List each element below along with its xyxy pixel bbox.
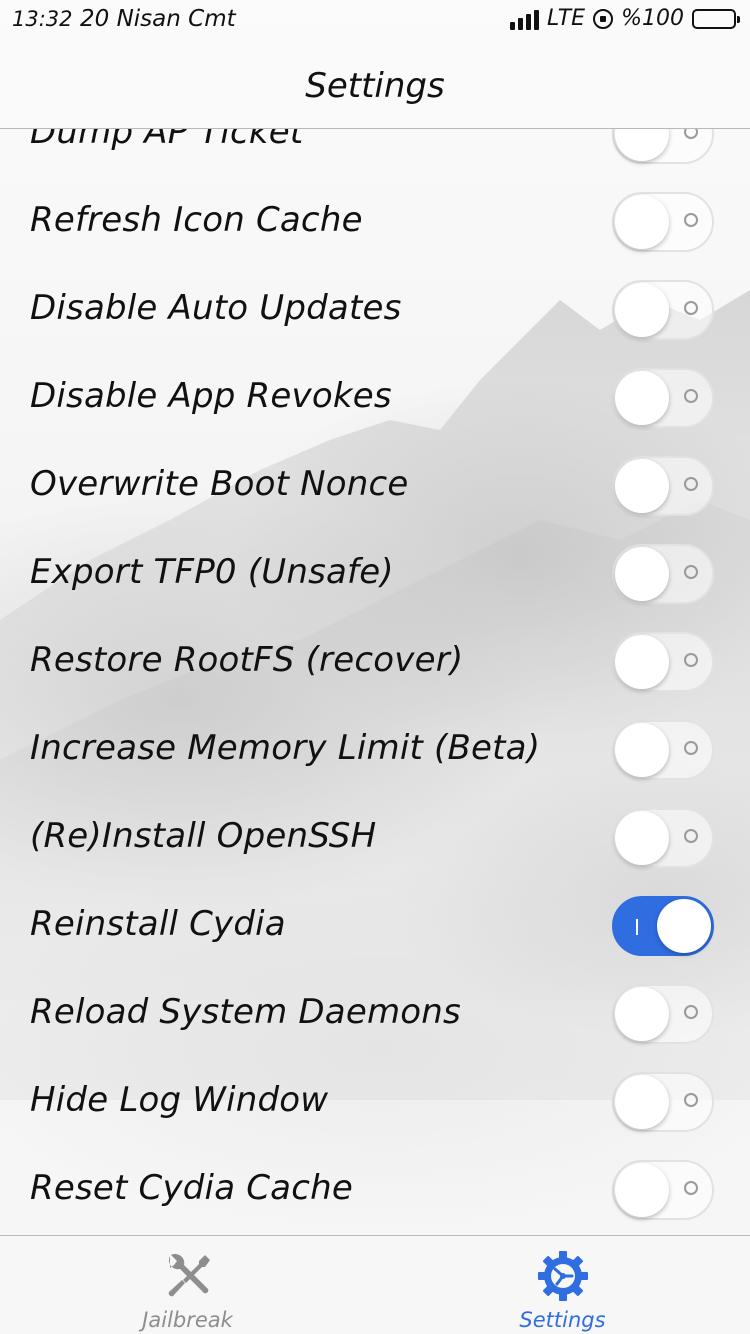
settings-row-increase-memory-limit-beta: Increase Memory Limit (Beta) — [0, 706, 750, 794]
toggle-hide-log-window[interactable] — [612, 1072, 714, 1132]
settings-row-label: Disable Auto Updates — [30, 288, 402, 328]
status-bar: 13:32 20 Nisan Cmt LTE %100 — [0, 0, 750, 40]
toggle-off-indicator — [684, 129, 698, 139]
rotation-lock-icon — [593, 8, 614, 29]
toggle-reset-cydia-cache[interactable] — [612, 1160, 714, 1220]
settings-row-label: Restore RootFS (recover) — [30, 640, 464, 680]
settings-row-overwrite-boot-nonce: Overwrite Boot Nonce — [0, 442, 750, 530]
settings-row-reset-cydia-cache: Reset Cydia Cache — [0, 1146, 750, 1234]
settings-row-hide-log-window: Hide Log Window — [0, 1058, 750, 1146]
toggle-off-indicator — [684, 1005, 698, 1019]
toggle-off-indicator — [684, 1093, 698, 1107]
toggle-disable-app-revokes[interactable] — [612, 368, 714, 428]
toggle-knob — [615, 459, 669, 513]
battery-percent: %100 — [621, 6, 684, 31]
status-date: 20 Nisan Cmt — [80, 6, 236, 32]
toggle-reinstall-cydia[interactable] — [612, 896, 714, 956]
toggle-knob — [615, 987, 669, 1041]
toggle-dump-ap-ticket[interactable] — [612, 129, 714, 164]
toggle-knob — [615, 635, 669, 689]
settings-row-label: Reload System Daemons — [30, 992, 461, 1032]
signal-strength-icon — [509, 8, 539, 30]
settings-row-refresh-icon-cache: Refresh Icon Cache — [0, 178, 750, 266]
status-indicators: LTE %100 — [509, 6, 740, 31]
settings-row-disable-app-revokes: Disable App Revokes — [0, 354, 750, 442]
toggle-knob — [615, 195, 669, 249]
toggle-export-tfp0-unsafe[interactable] — [612, 544, 714, 604]
tab-jailbreak[interactable]: Jailbreak — [0, 1236, 375, 1334]
page-title: Settings — [305, 66, 445, 106]
toggle-off-indicator — [684, 829, 698, 843]
toggle-increase-memory-limit-beta[interactable] — [612, 720, 714, 780]
toggle-knob — [615, 811, 669, 865]
toggle-knob — [615, 723, 669, 777]
toggle-re-install-openssh[interactable] — [612, 808, 714, 868]
toggle-refresh-icon-cache[interactable] — [612, 192, 714, 252]
settings-row-restore-rootfs-recover: Restore RootFS (recover) — [0, 618, 750, 706]
toggle-off-indicator — [684, 741, 698, 755]
settings-list-content: Dump AP Ticket Refresh Icon Cache Disable … — [0, 129, 750, 1234]
toggle-knob — [615, 129, 669, 161]
gear-icon — [538, 1251, 588, 1301]
settings-row-reinstall-cydia: Reinstall Cydia — [0, 882, 750, 970]
toggle-off-indicator — [684, 301, 698, 315]
settings-row-label: Reset Cydia Cache — [30, 1168, 353, 1208]
settings-row-label: Overwrite Boot Nonce — [30, 464, 409, 504]
settings-row-label: Disable App Revokes — [30, 376, 392, 416]
settings-row-label: Export TFP0 (Unsafe) — [30, 552, 394, 592]
toggle-disable-auto-updates[interactable] — [612, 280, 714, 340]
toggle-knob — [615, 371, 669, 425]
toggle-off-indicator — [684, 213, 698, 227]
settings-row-label: Refresh Icon Cache — [30, 200, 363, 240]
toggle-knob — [657, 899, 711, 953]
settings-list[interactable]: Dump AP Ticket Refresh Icon Cache Disable … — [0, 129, 750, 1235]
toggle-reload-system-daemons[interactable] — [612, 984, 714, 1044]
settings-row-label: Increase Memory Limit (Beta) — [30, 728, 541, 768]
tab-settings[interactable]: Settings — [375, 1236, 750, 1334]
toggle-off-indicator — [684, 565, 698, 579]
toggle-on-indicator — [636, 919, 638, 935]
toggle-knob — [615, 283, 669, 337]
toggle-off-indicator — [684, 653, 698, 667]
toggle-overwrite-boot-nonce[interactable] — [612, 456, 714, 516]
settings-row-export-tfp0-unsafe: Export TFP0 (Unsafe) — [0, 530, 750, 618]
settings-row-re-install-openssh: (Re)Install OpenSSH — [0, 794, 750, 882]
battery-icon — [692, 8, 740, 29]
toggle-off-indicator — [684, 477, 698, 491]
toggle-off-indicator — [684, 389, 698, 403]
toggle-knob — [615, 547, 669, 601]
toggle-knob — [615, 1163, 669, 1217]
network-type: LTE — [546, 6, 586, 31]
settings-row-label: Hide Log Window — [30, 1080, 329, 1120]
settings-row-dump-ap-ticket: Dump AP Ticket — [0, 129, 750, 178]
navigation-bar: Settings — [0, 40, 750, 129]
tab-jailbreak-label: Jailbreak — [142, 1308, 233, 1332]
tools-icon — [168, 1253, 210, 1297]
settings-row-label: Dump AP Ticket — [30, 129, 304, 152]
tab-settings-label: Settings — [519, 1308, 606, 1332]
toggle-off-indicator — [684, 1181, 698, 1195]
settings-row-label: Reinstall Cydia — [30, 904, 286, 944]
status-time: 13:32 — [12, 7, 73, 31]
settings-row-disable-auto-updates: Disable Auto Updates — [0, 266, 750, 354]
tab-bar: Jailbreak Settings — [0, 1235, 750, 1334]
settings-row-reload-system-daemons: Reload System Daemons — [0, 970, 750, 1058]
toggle-restore-rootfs-recover[interactable] — [612, 632, 714, 692]
settings-row-label: (Re)Install OpenSSH — [30, 816, 377, 856]
toggle-knob — [615, 1075, 669, 1129]
